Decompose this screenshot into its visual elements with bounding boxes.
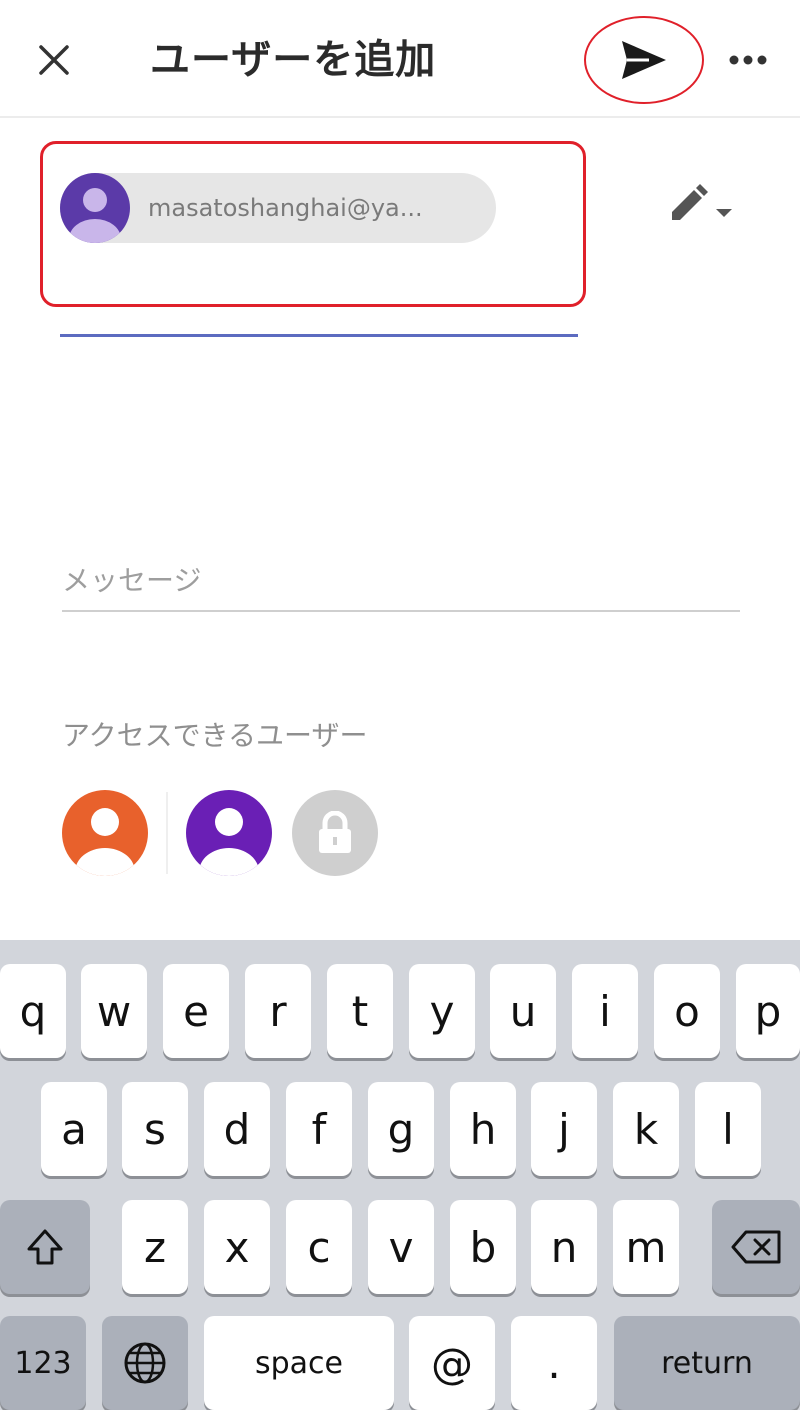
- send-button[interactable]: [600, 24, 688, 96]
- recipient-avatar: [60, 173, 130, 243]
- key-s[interactable]: s: [122, 1082, 188, 1176]
- role-select-button[interactable]: [660, 174, 740, 234]
- person-icon: [199, 808, 259, 876]
- key-b[interactable]: b: [450, 1200, 516, 1294]
- at-key[interactable]: @: [409, 1316, 495, 1410]
- return-key[interactable]: return: [614, 1316, 800, 1410]
- key-a[interactable]: a: [41, 1082, 107, 1176]
- key-c[interactable]: c: [286, 1200, 352, 1294]
- caret-down-icon: [716, 209, 732, 217]
- key-v[interactable]: v: [368, 1200, 434, 1294]
- lock-icon: [319, 811, 351, 853]
- more-options-button[interactable]: [718, 30, 778, 90]
- key-i[interactable]: i: [572, 964, 638, 1058]
- key-o[interactable]: o: [654, 964, 720, 1058]
- app-header: ユーザーを追加: [0, 0, 800, 118]
- key-f[interactable]: f: [286, 1082, 352, 1176]
- key-k[interactable]: k: [613, 1082, 679, 1176]
- person-icon: [75, 808, 135, 876]
- key-l[interactable]: l: [695, 1082, 761, 1176]
- key-r[interactable]: r: [245, 964, 311, 1058]
- key-w[interactable]: w: [81, 964, 147, 1058]
- shift-icon: [27, 1229, 63, 1265]
- close-button[interactable]: [22, 30, 86, 90]
- shift-key[interactable]: [0, 1200, 90, 1294]
- key-x[interactable]: x: [204, 1200, 270, 1294]
- key-e[interactable]: e: [163, 964, 229, 1058]
- key-t[interactable]: t: [327, 964, 393, 1058]
- globe-key[interactable]: [102, 1316, 188, 1410]
- more-icon: [729, 55, 767, 65]
- access-section-label: アクセスできるユーザー: [62, 719, 368, 752]
- key-y[interactable]: y: [409, 964, 475, 1058]
- send-icon: [622, 41, 666, 79]
- access-user-avatar-purple[interactable]: [186, 790, 272, 876]
- backspace-icon: [731, 1230, 781, 1264]
- key-h[interactable]: h: [450, 1082, 516, 1176]
- key-u[interactable]: u: [490, 964, 556, 1058]
- close-icon: [39, 45, 69, 75]
- access-link-lock[interactable]: [292, 790, 378, 876]
- key-d[interactable]: d: [204, 1082, 270, 1176]
- key-n[interactable]: n: [531, 1200, 597, 1294]
- backspace-key[interactable]: [712, 1200, 800, 1294]
- key-q[interactable]: q: [0, 964, 66, 1058]
- key-p[interactable]: p: [736, 964, 800, 1058]
- access-divider: [166, 792, 168, 874]
- page-title: ユーザーを追加: [150, 37, 437, 83]
- access-user-avatar-orange[interactable]: [62, 790, 148, 876]
- key-g[interactable]: g: [368, 1082, 434, 1176]
- key-j[interactable]: j: [531, 1082, 597, 1176]
- key-z[interactable]: z: [122, 1200, 188, 1294]
- period-key[interactable]: .: [511, 1316, 597, 1410]
- recipient-chip[interactable]: masatoshanghai@ya...: [60, 173, 496, 243]
- person-icon: [69, 188, 121, 243]
- space-key[interactable]: space: [204, 1316, 394, 1410]
- numbers-key[interactable]: 123: [0, 1316, 86, 1410]
- recipient-email: masatoshanghai@ya...: [148, 194, 423, 222]
- message-input[interactable]: [62, 542, 740, 612]
- key-m[interactable]: m: [613, 1200, 679, 1294]
- globe-icon: [124, 1342, 166, 1384]
- onscreen-keyboard: q w e r t y u i o p a s d f g h j k l z …: [0, 940, 800, 1410]
- recipient-input-underline: [60, 334, 578, 337]
- pencil-icon: [672, 184, 708, 220]
